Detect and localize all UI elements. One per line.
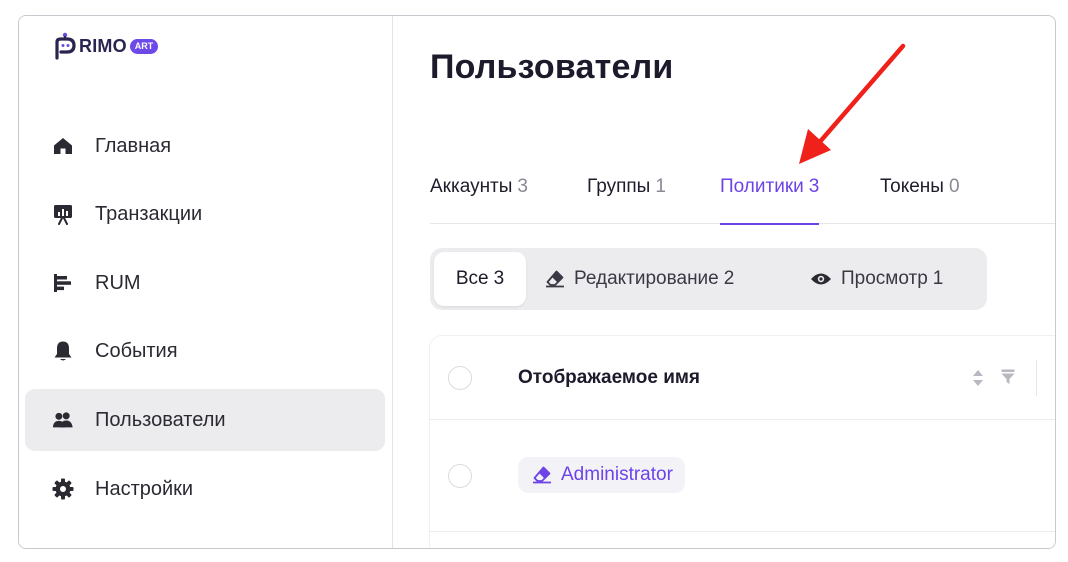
eraser-icon: [545, 270, 565, 288]
users-icon: [52, 409, 74, 431]
filter-count: 2: [723, 268, 735, 289]
tab-label: Аккаунты: [430, 176, 513, 197]
eraser-icon: [532, 466, 552, 484]
column-header-display-name[interactable]: Отображаемое имя: [518, 367, 700, 389]
sidebar-item-transactions[interactable]: Транзакции: [25, 183, 385, 245]
gear-icon: [52, 478, 74, 500]
tab-count: 1: [655, 176, 666, 197]
tab-tokens[interactable]: Токены 0: [880, 176, 960, 224]
filter-count: 3: [493, 268, 505, 289]
main-content: Пользователи Аккаунты 3 Группы 1 Политики 3…: [394, 16, 1055, 548]
sidebar-item-label: События: [95, 339, 178, 362]
table-header: Отображаемое имя: [430, 336, 1055, 420]
tab-accounts[interactable]: Аккаунты 3: [430, 176, 528, 224]
tab-count: 3: [517, 176, 528, 197]
sidebar-item-label: Главная: [95, 134, 172, 157]
filter-edit[interactable]: Редактирование 2: [545, 252, 734, 306]
filter-label: Все: [455, 268, 489, 289]
tab-bar: Аккаунты 3 Группы 1 Политики 3 Токены 0: [430, 176, 1055, 225]
row-checkbox[interactable]: [448, 464, 472, 488]
logo-badge: ART: [129, 38, 159, 54]
logo-icon: [55, 32, 76, 60]
presentation-icon: [52, 203, 74, 225]
page-title: Пользователи: [430, 48, 674, 86]
eye-icon: [810, 272, 832, 286]
logo-text: RIMO: [79, 35, 127, 56]
logo[interactable]: RIMO ART: [53, 32, 159, 60]
tab-count: 0: [948, 176, 960, 197]
sidebar-item-label: Настройки: [95, 477, 194, 500]
bar-chart-icon: [52, 272, 74, 294]
sort-icon[interactable]: [972, 368, 984, 393]
filter-icon[interactable]: [1001, 369, 1015, 390]
bell-icon: [52, 340, 74, 362]
sidebar-item-users[interactable]: Пользователи: [25, 389, 385, 451]
policy-filter: Все 3 Редактирование 2 Просмотр 1: [430, 248, 987, 310]
select-all-checkbox[interactable]: [448, 366, 472, 390]
sidebar-item-label: Пользователи: [95, 408, 226, 431]
column-divider: [1036, 360, 1037, 396]
sidebar-item-label: RUM: [95, 271, 141, 294]
app-window: RIMO ART Главная Транзакции RUM События …: [18, 15, 1056, 549]
policy-name: Administrator: [561, 464, 673, 485]
filter-label: Просмотр: [841, 268, 928, 289]
sidebar-item-events[interactable]: События: [25, 320, 385, 382]
tab-label: Группы: [587, 176, 651, 197]
filter-all[interactable]: Все 3: [434, 252, 526, 306]
policy-tag[interactable]: Administrator: [518, 457, 685, 493]
sidebar-item-rum[interactable]: RUM: [25, 252, 385, 314]
tab-label: Политики: [720, 176, 804, 197]
tab-count: 3: [808, 176, 820, 197]
tab-policies[interactable]: Политики 3: [720, 176, 820, 225]
home-icon: [52, 135, 74, 157]
sidebar-item-label: Транзакции: [95, 202, 203, 225]
filter-label: Редактирование: [574, 268, 719, 289]
tab-groups[interactable]: Группы 1: [587, 176, 666, 224]
sidebar: RIMO ART Главная Транзакции RUM События …: [19, 16, 393, 548]
filter-count: 1: [932, 268, 944, 289]
policies-table: Отображаемое имя Administrator: [430, 336, 1055, 548]
table-row[interactable]: Administrator: [430, 420, 1055, 532]
sidebar-item-home[interactable]: Главная: [25, 115, 385, 177]
sidebar-item-settings[interactable]: Настройки: [25, 458, 385, 520]
filter-view[interactable]: Просмотр 1: [810, 252, 943, 306]
tab-label: Токены: [880, 176, 944, 197]
